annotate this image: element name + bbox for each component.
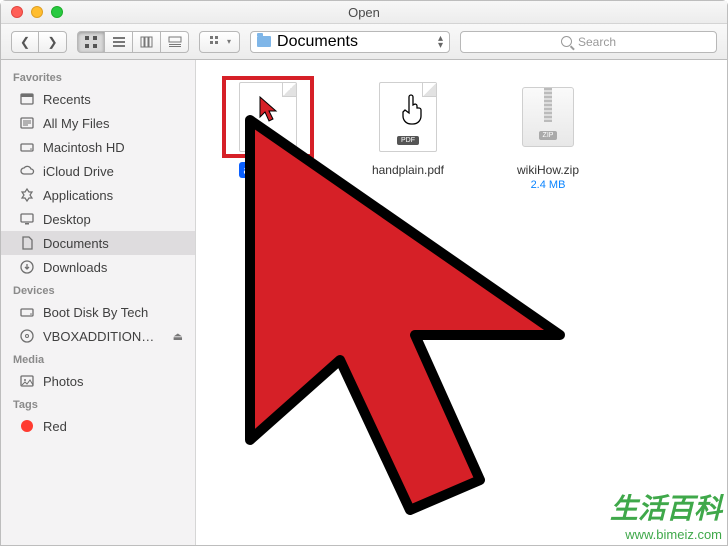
file-item[interactable]: PDF arrow.pdf: [218, 78, 318, 179]
chevron-down-icon: ▾: [227, 37, 231, 46]
view-columns-button[interactable]: [133, 31, 161, 53]
documents-icon: [19, 235, 35, 251]
watermark-url: www.bimeiz.com: [610, 527, 722, 542]
photos-icon: [19, 373, 35, 389]
sidebar-item-vbox[interactable]: VBOXADDITION…⏏: [1, 324, 195, 348]
view-icon-button[interactable]: [77, 31, 105, 53]
sidebar-item-icloud-drive[interactable]: iCloud Drive: [1, 159, 195, 183]
file-thumbnail: PDF: [224, 78, 312, 156]
location-dropdown[interactable]: Documents ▴▾: [250, 31, 450, 53]
sidebar: Favorites Recents All My Files Macintosh…: [1, 60, 196, 545]
grid-small-icon: [208, 34, 224, 50]
eject-icon[interactable]: ⏏: [173, 330, 183, 343]
file-thumbnail: ZIP: [504, 78, 592, 156]
window-title: Open: [1, 5, 727, 20]
file-item[interactable]: PDF handplain.pdf: [358, 78, 458, 179]
search-placeholder: Search: [578, 35, 616, 49]
list-icon: [111, 34, 127, 50]
columns-icon: [139, 34, 155, 50]
view-coverflow-button[interactable]: [161, 31, 189, 53]
sidebar-tag-red[interactable]: Red: [1, 414, 195, 438]
file-size: 2.4 MB: [498, 179, 598, 191]
sidebar-section-devices: Devices: [1, 279, 195, 300]
disc-icon: [19, 328, 35, 344]
hand-cursor-icon: [400, 93, 424, 127]
updown-icon: ▴▾: [438, 35, 443, 49]
watermark: 生活百科 www.bimeiz.com: [610, 487, 722, 542]
location-label: Documents: [277, 33, 358, 51]
view-list-button[interactable]: [105, 31, 133, 53]
hdd-icon: [19, 139, 35, 155]
folder-icon: [257, 36, 271, 47]
hdd-icon: [19, 304, 35, 320]
sidebar-section-media: Media: [1, 348, 195, 369]
view-mode-buttons: [77, 31, 189, 53]
grid-icon: [83, 34, 99, 50]
file-item[interactable]: ZIP wikiHow.zip 2.4 MB: [498, 78, 598, 191]
file-browser[interactable]: PDF arrow.pdf PDF handplain.pdf: [196, 60, 727, 545]
file-name: arrow.pdf: [239, 162, 296, 178]
chevron-left-icon: ❮: [20, 35, 30, 49]
applications-icon: [19, 187, 35, 203]
search-icon: [561, 36, 572, 47]
sidebar-item-applications[interactable]: Applications: [1, 183, 195, 207]
sidebar-item-recents[interactable]: Recents: [1, 87, 195, 111]
coverflow-icon: [167, 34, 183, 50]
open-dialog-window: Open ❮ ❯ ▾ Docume: [0, 0, 728, 546]
sidebar-item-photos[interactable]: Photos: [1, 369, 195, 393]
dialog-body: Favorites Recents All My Files Macintosh…: [1, 60, 727, 545]
all-files-icon: [19, 115, 35, 131]
sidebar-item-macintosh-hd[interactable]: Macintosh HD: [1, 135, 195, 159]
tag-dot-icon: [19, 418, 35, 434]
arrow-cursor-icon: [258, 95, 280, 125]
toolbar: ❮ ❯ ▾ Documents ▴▾: [1, 24, 727, 60]
chevron-right-icon: ❯: [47, 35, 57, 49]
forward-button[interactable]: ❯: [39, 31, 67, 53]
desktop-icon: [19, 211, 35, 227]
sidebar-item-documents[interactable]: Documents: [1, 231, 195, 255]
sidebar-item-boot-disk[interactable]: Boot Disk By Tech: [1, 300, 195, 324]
titlebar: Open: [1, 1, 727, 24]
back-button[interactable]: ❮: [11, 31, 39, 53]
sidebar-item-downloads[interactable]: Downloads: [1, 255, 195, 279]
nav-buttons: ❮ ❯: [11, 31, 67, 53]
sidebar-item-desktop[interactable]: Desktop: [1, 207, 195, 231]
file-name: handplain.pdf: [368, 162, 448, 178]
sidebar-item-all-my-files[interactable]: All My Files: [1, 111, 195, 135]
search-field[interactable]: Search: [460, 31, 717, 53]
arrange-button[interactable]: ▾: [199, 31, 240, 53]
watermark-text: 生活百科: [610, 487, 722, 527]
file-name: wikiHow.zip: [513, 162, 583, 178]
cloud-icon: [19, 163, 35, 179]
file-thumbnail: PDF: [364, 78, 452, 156]
sidebar-section-favorites: Favorites: [1, 66, 195, 87]
downloads-icon: [19, 259, 35, 275]
recents-icon: [19, 91, 35, 107]
sidebar-section-tags: Tags: [1, 393, 195, 414]
